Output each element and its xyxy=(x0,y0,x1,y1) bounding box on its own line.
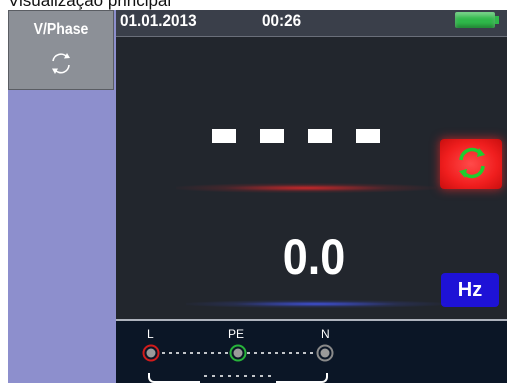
terminal-connection-diagram: L PE N xyxy=(116,321,507,383)
frequency-divider-glow xyxy=(186,300,446,308)
frequency-value: 0.0 xyxy=(282,229,346,285)
battery-tip xyxy=(495,16,499,24)
date-display: 01.01.2013 xyxy=(120,11,197,30)
connection-bracket-right xyxy=(276,373,328,383)
instrument-screen: V/Phase 01.01.2013 00:26 - - - - xyxy=(8,10,507,383)
frequency-unit-badge: Hz xyxy=(441,273,499,307)
phase-rotation-indicator xyxy=(440,139,502,189)
reading-dash xyxy=(212,129,236,143)
terminal-l-icon xyxy=(142,344,160,362)
function-tab-label: V/Phase xyxy=(33,21,89,38)
rotation-cycle-icon xyxy=(52,53,70,74)
reading-dash xyxy=(260,129,284,143)
phase-rotation-icon xyxy=(459,147,485,179)
battery-full-icon xyxy=(455,12,495,28)
voltage-divider-glow xyxy=(176,183,436,193)
reading-dash xyxy=(356,129,380,143)
time-display: 00:26 xyxy=(262,11,302,30)
connection-bracket-left xyxy=(148,373,200,383)
terminal-pe-icon xyxy=(229,344,247,362)
reading-dash xyxy=(308,129,332,143)
terminal-n-icon xyxy=(316,344,334,362)
function-tab-v-phase[interactable]: V/Phase xyxy=(8,10,114,90)
status-bar: 01.01.2013 00:26 xyxy=(116,10,507,37)
function-sidebar: V/Phase xyxy=(8,10,117,383)
voltage-reading-placeholder: - - - - xyxy=(212,129,382,149)
